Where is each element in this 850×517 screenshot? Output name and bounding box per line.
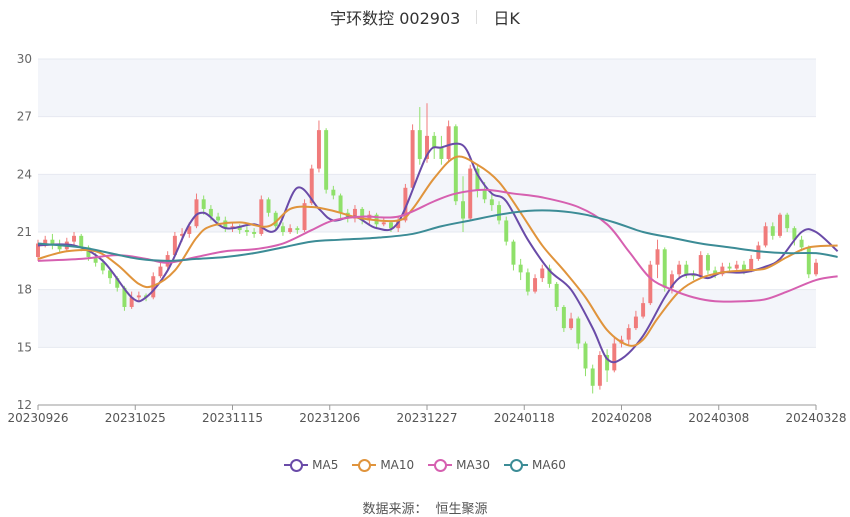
candle-body [626,328,631,340]
grid-band [38,174,816,232]
candle-body [504,220,509,242]
x-tick-label: 20231115 [202,411,263,425]
y-tick-label: 30 [17,52,32,66]
candle-body [569,318,574,329]
y-tick-label: 18 [17,283,32,297]
candle-body [417,130,422,159]
candle-body [554,283,559,307]
candle-body [662,249,667,288]
candle-body [727,266,732,269]
candle-body [489,199,494,206]
candle-body [583,343,588,369]
candle-body [280,226,285,232]
candle-body [410,130,415,188]
candle-body [136,295,141,298]
y-tick-label: 15 [17,340,32,354]
candle-body [641,303,646,317]
x-tick-label: 20231227 [396,411,457,425]
candle-body [612,343,617,371]
legend-swatch-ma10 [352,458,377,472]
candle-body [266,199,271,213]
candle-body [561,306,566,329]
candle-body [814,262,818,275]
chart-legend: MA5 MA10 MA30 MA60 [0,458,850,472]
candle-body [158,266,163,277]
candle-body [252,232,257,234]
candle-body [749,258,754,271]
candle-body [316,130,321,169]
candle-body [576,318,581,344]
legend-item-ma10[interactable]: MA10 [352,458,414,472]
candle-body [439,147,444,159]
legend-item-ma60[interactable]: MA60 [504,458,566,472]
candle-body [288,228,293,232]
y-tick-label: 21 [17,225,32,239]
candle-body [597,355,602,386]
candle-body [295,228,300,231]
candle-body [79,235,84,248]
candle-body [338,195,343,213]
candlestick-chart: 12 15 18 21 24 27 30 20230926 20231025 20231115 20… [7,52,846,425]
candle-body [331,189,336,196]
candle-body [785,214,790,229]
candle-body [201,199,206,209]
candle-body [540,268,545,279]
candle-body [533,278,538,292]
legend-label-ma5: MA5 [312,458,339,472]
legend-swatch-ma30 [428,458,453,472]
candle-body [453,126,458,202]
candle-body [799,239,804,248]
legend-item-ma5[interactable]: MA5 [284,458,338,472]
x-tick-label: 20231206 [299,411,360,425]
candle-body [511,241,516,265]
candle-body [655,249,660,265]
candle-body [446,126,451,159]
candle-body [734,264,739,269]
candle-body [705,255,710,271]
candle-body [590,368,595,386]
data-source: 数据来源： 恒生聚源 [0,498,850,517]
candle-body [43,239,48,244]
candle-body [684,264,689,275]
source-name: 恒生聚源 [435,502,488,517]
candle-body [677,264,682,275]
legend-swatch-ma5 [284,458,309,472]
legend-label-ma30: MA30 [456,458,491,472]
candle-body [468,168,473,219]
source-label: 数据来源： [362,502,428,517]
x-tick-label: 20240308 [688,411,749,425]
legend-swatch-ma60 [504,458,529,472]
candle-body [216,216,221,221]
candle-body [432,135,437,148]
x-tick-label: 20240328 [785,411,846,425]
candle-body [381,222,386,225]
x-tick-label: 20231025 [105,411,166,425]
legend-label-ma10: MA10 [380,458,415,472]
y-tick-label: 24 [17,167,32,181]
candle-body [72,235,76,242]
y-tick-label: 27 [17,110,32,124]
candle-body [778,214,782,236]
x-tick-label: 20230926 [7,411,68,425]
candle-body [100,262,105,271]
candle-body [806,247,811,275]
candle-body [763,226,768,246]
candle-body [324,130,329,190]
candle-body [648,264,653,304]
candle-body [518,264,523,273]
candle-body [497,205,502,221]
candle-body [482,189,487,200]
candle-body [633,316,638,329]
candle-body [770,226,775,236]
legend-item-ma30[interactable]: MA30 [428,458,490,472]
candle-body [525,272,530,292]
x-tick-label: 20240208 [591,411,652,425]
legend-label-ma60: MA60 [532,458,566,472]
candle-body [244,230,249,232]
candle-body [461,201,465,219]
y-tick-label: 12 [17,398,32,412]
candle-body [698,255,703,277]
x-tick-label: 20240118 [494,411,555,425]
